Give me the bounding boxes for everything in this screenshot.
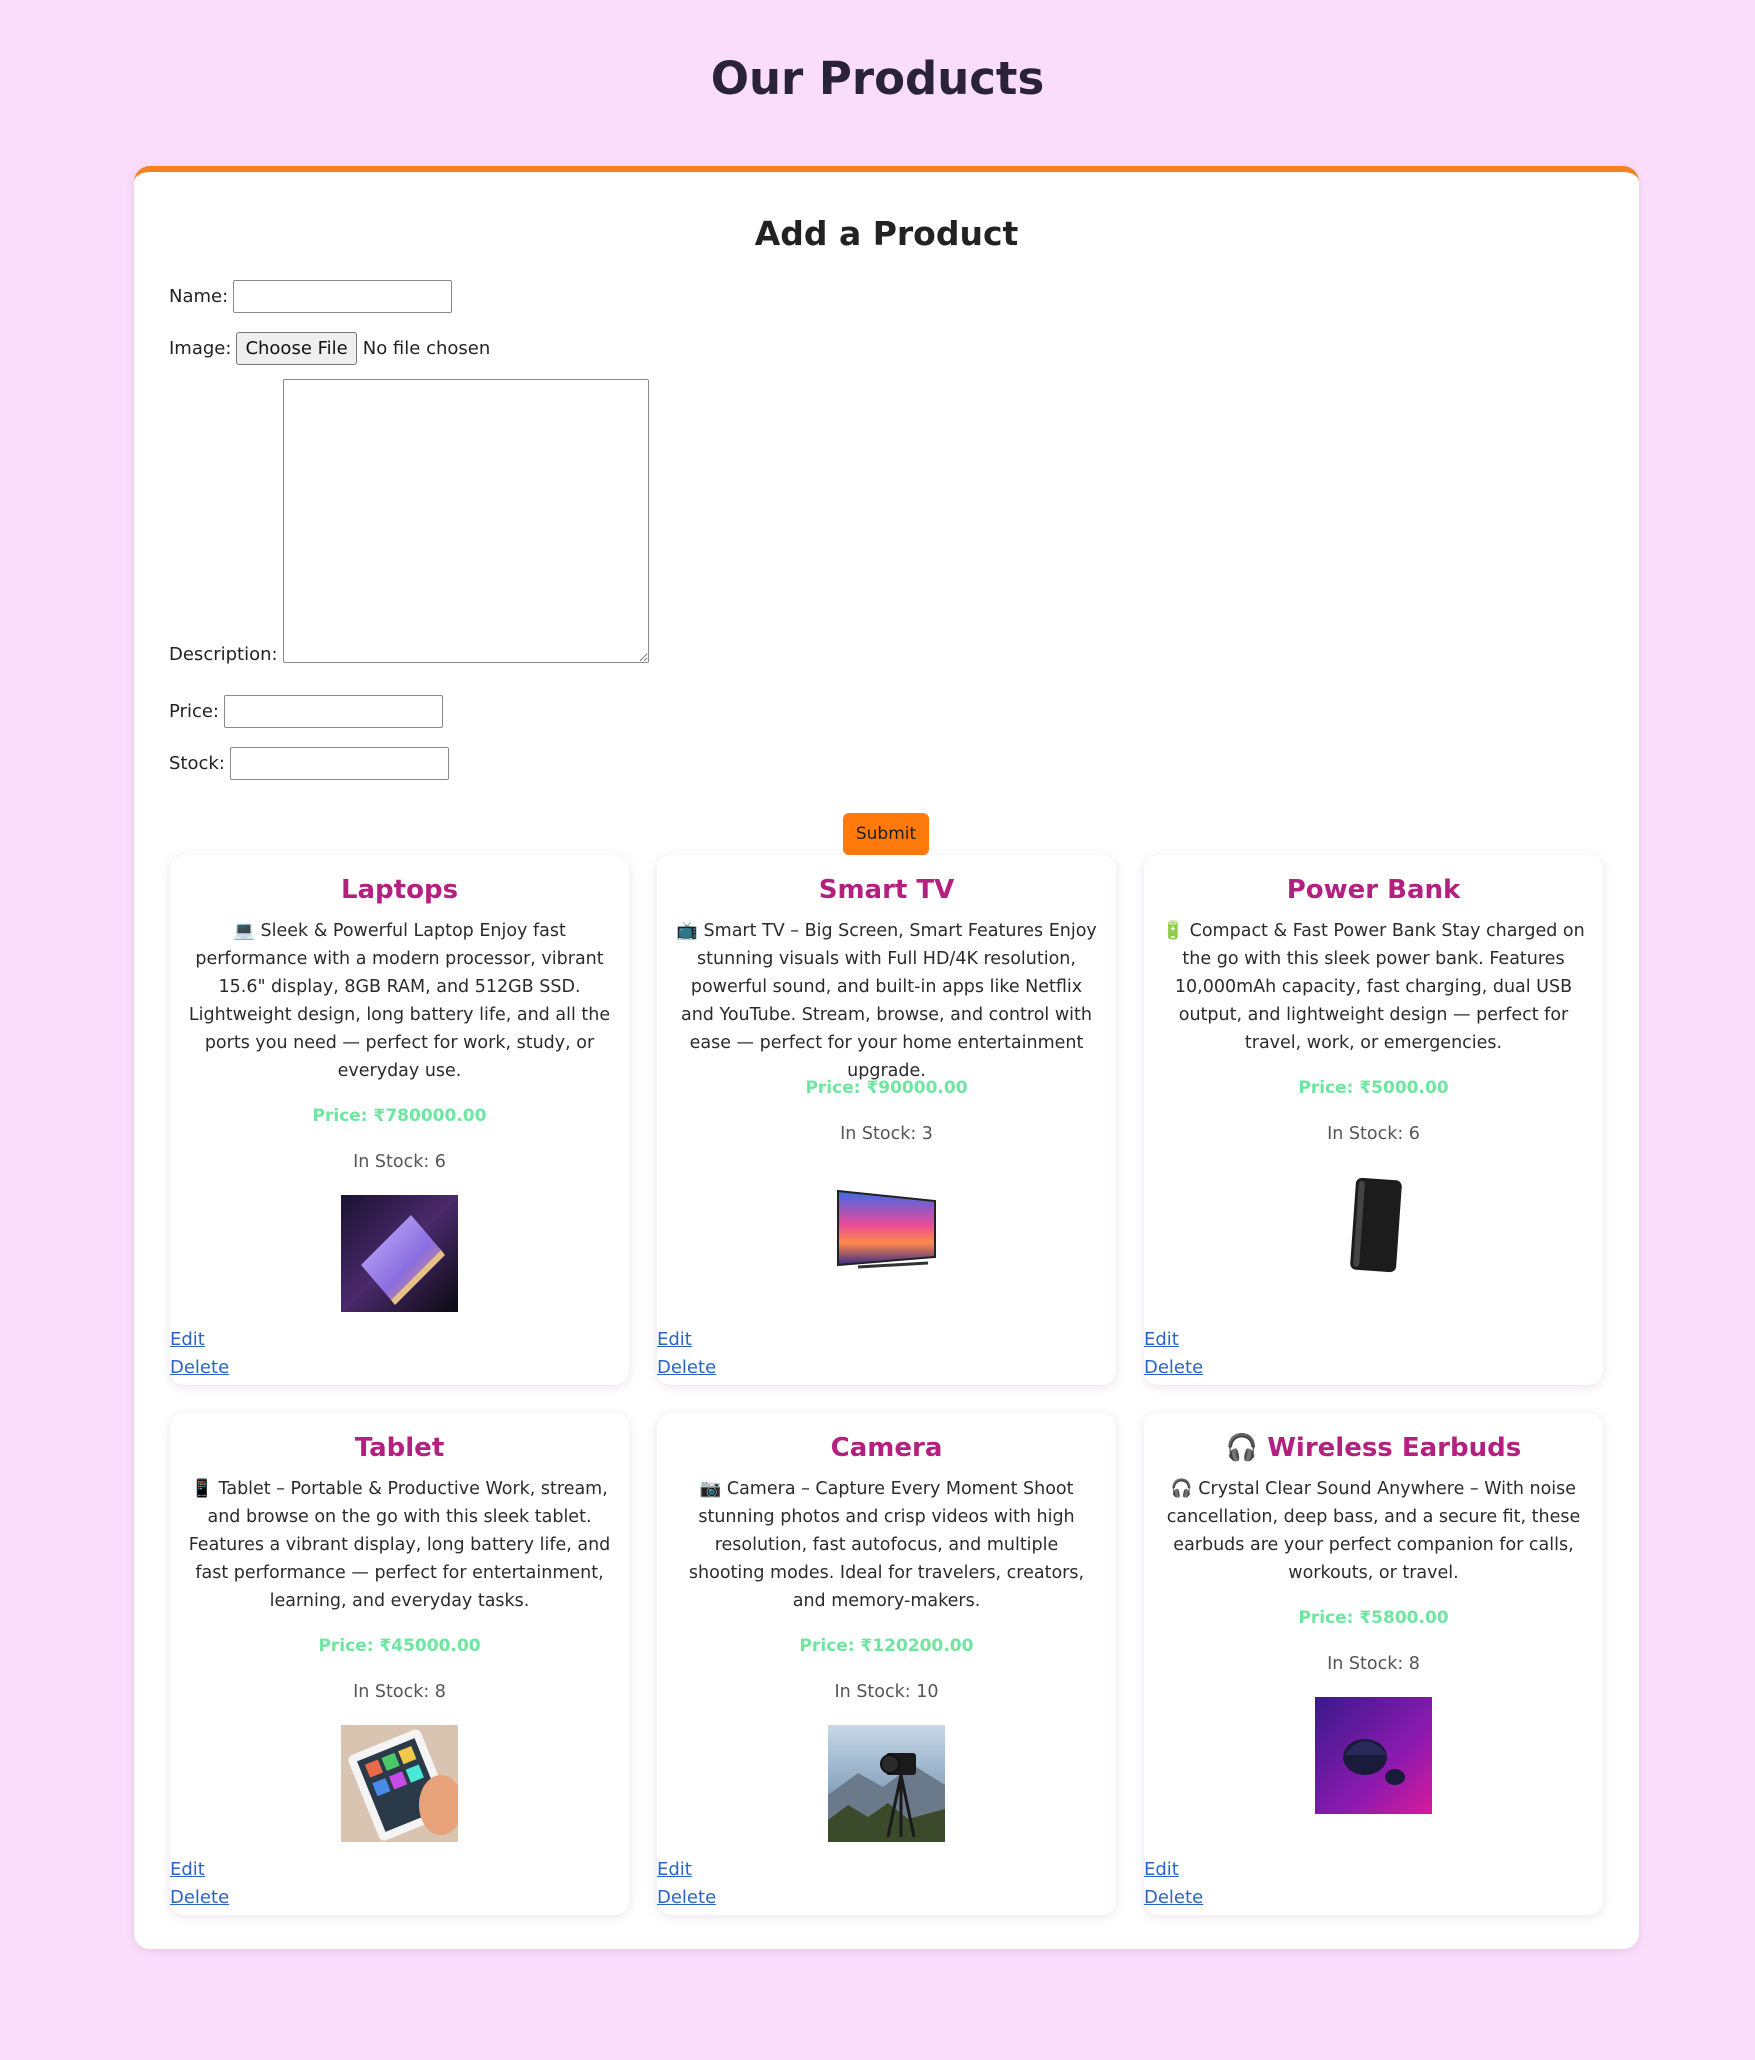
stock-input[interactable] [229,747,449,780]
name-row: Name: [169,280,453,313]
product-stock: In Stock: 8 [353,1682,446,1702]
description-label: Description: [169,644,278,665]
name-input[interactable] [233,280,453,313]
product-stock: In Stock: 6 [1327,1124,1420,1144]
product-description: 💻 Sleek & Powerful Laptop Enjoy fast per… [188,921,611,1081]
product-card: Laptops 💻 Sleek & Powerful Laptop Enjoy … [170,855,629,1385]
product-stock: In Stock: 10 [834,1682,939,1702]
delete-link[interactable]: Delete [657,1357,716,1378]
earbuds-image [1315,1697,1432,1814]
name-label: Name: [169,286,229,307]
delete-link[interactable]: Delete [1144,1887,1203,1908]
product-card: Tablet 📱 Tablet – Portable & Productive … [170,1413,629,1915]
price-label: Price: [169,701,219,722]
description-textarea[interactable] [282,379,649,663]
product-price: Price: ₹45000.00 [318,1636,481,1656]
choose-file-button[interactable]: Choose File [236,332,357,365]
image-label: Image: [169,338,232,359]
edit-link[interactable]: Edit [657,1859,692,1880]
price-input[interactable] [223,695,443,728]
camera-image [828,1725,945,1842]
product-description: 📱 Tablet – Portable & Productive Work, s… [188,1479,611,1611]
file-status: No file chosen [362,338,491,359]
laptop-image [341,1195,458,1312]
delete-link[interactable]: Delete [170,1357,229,1378]
product-card: Camera 📷 Camera – Capture Every Moment S… [657,1413,1116,1915]
product-name: 🎧 Wireless Earbuds [1225,1433,1522,1463]
product-description: 🎧 Crystal Clear Sound Anywhere – With no… [1166,1479,1581,1583]
edit-link[interactable]: Edit [1144,1859,1179,1880]
product-card: Power Bank 🔋 Compact & Fast Power Bank S… [1144,855,1603,1385]
power-bank-image [1315,1167,1432,1284]
delete-link[interactable]: Delete [1144,1357,1203,1378]
product-stock: In Stock: 6 [353,1152,446,1172]
product-price: Price: ₹90000.00 [805,1078,968,1098]
description-row: Description: [169,379,649,665]
edit-link[interactable]: Edit [170,1329,205,1350]
product-name: Power Bank [1286,875,1461,905]
page-title: Our Products [710,52,1045,105]
product-stock: In Stock: 8 [1327,1654,1420,1674]
price-row: Price: [169,695,443,728]
product-name: Camera [830,1433,943,1463]
product-name: Smart TV [818,875,955,905]
tv-image [828,1167,945,1284]
edit-link[interactable]: Edit [1144,1329,1179,1350]
delete-link[interactable]: Delete [657,1887,716,1908]
edit-link[interactable]: Edit [657,1329,692,1350]
product-stock: In Stock: 3 [840,1124,933,1144]
stock-label: Stock: [169,753,225,774]
product-price: Price: ₹120200.00 [799,1636,974,1656]
delete-link[interactable]: Delete [170,1887,229,1908]
product-card: Smart TV 📺 Smart TV – Big Screen, Smart … [657,855,1116,1385]
product-name: Laptops [340,875,459,905]
submit-button[interactable]: Submit [843,813,929,855]
product-card: 🎧 Wireless Earbuds 🎧 Crystal Clear Sound… [1144,1413,1603,1915]
image-row: Image: Choose File No file chosen [169,332,490,365]
product-price: Price: ₹780000.00 [312,1106,487,1126]
edit-link[interactable]: Edit [170,1859,205,1880]
stock-row: Stock: [169,747,449,780]
product-price: Price: ₹5800.00 [1298,1608,1449,1628]
tablet-image [341,1725,458,1842]
form-title: Add a Product [754,214,1019,253]
product-description: 📺 Smart TV – Big Screen, Smart Features … [676,921,1097,1081]
product-name: Tablet [354,1433,445,1463]
product-description: 🔋 Compact & Fast Power Bank Stay charged… [1162,921,1585,1053]
product-price: Price: ₹5000.00 [1298,1078,1449,1098]
product-description: 📷 Camera – Capture Every Moment Shoot st… [688,1479,1085,1611]
